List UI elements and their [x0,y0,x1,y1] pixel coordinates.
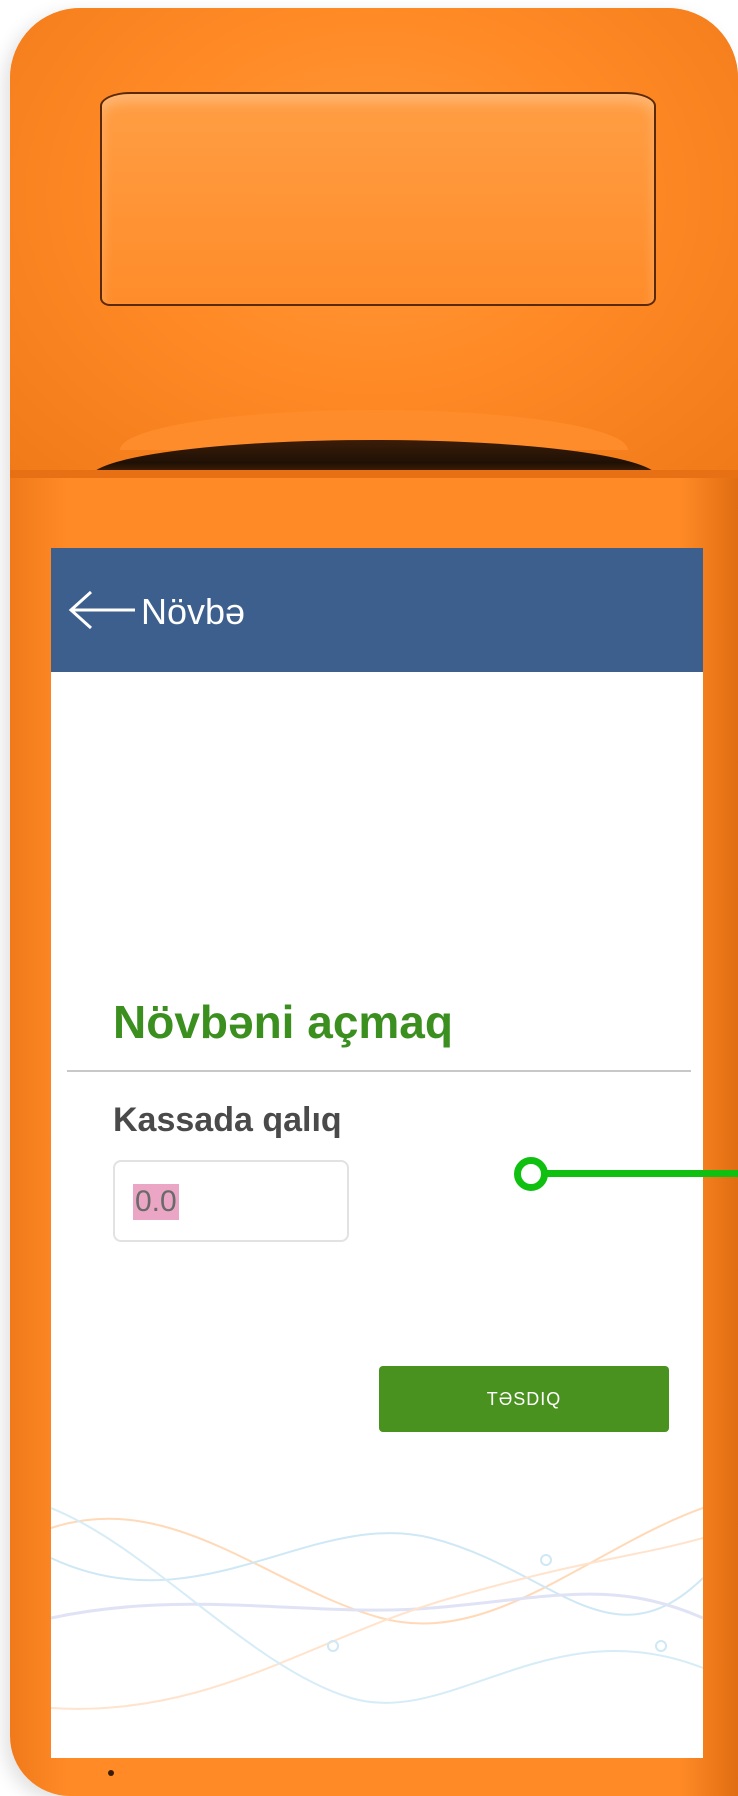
arrow-left-icon[interactable] [67,590,137,630]
device-screen: Növbə Növbəni açmaq Kassada qalıq 0.0 TƏ… [51,548,703,1758]
paper-lid [100,92,656,306]
page-title: Növbə [141,591,246,632]
pointer-line [546,1170,738,1177]
housing-edge [10,470,738,478]
cash-balance-value: 0.0 [133,1184,179,1220]
divider [67,1070,691,1072]
cash-balance-label: Kassada qalıq [113,1101,342,1139]
cash-balance-input[interactable]: 0.0 [113,1160,349,1242]
pointer-marker [514,1157,548,1191]
device-led [108,1770,114,1776]
form-title: Növbəni açmaq [113,996,453,1048]
confirm-button[interactable]: TƏSDIQ [379,1366,669,1432]
decorative-waves [51,1507,703,1710]
app-bar: Növbə [51,548,703,672]
